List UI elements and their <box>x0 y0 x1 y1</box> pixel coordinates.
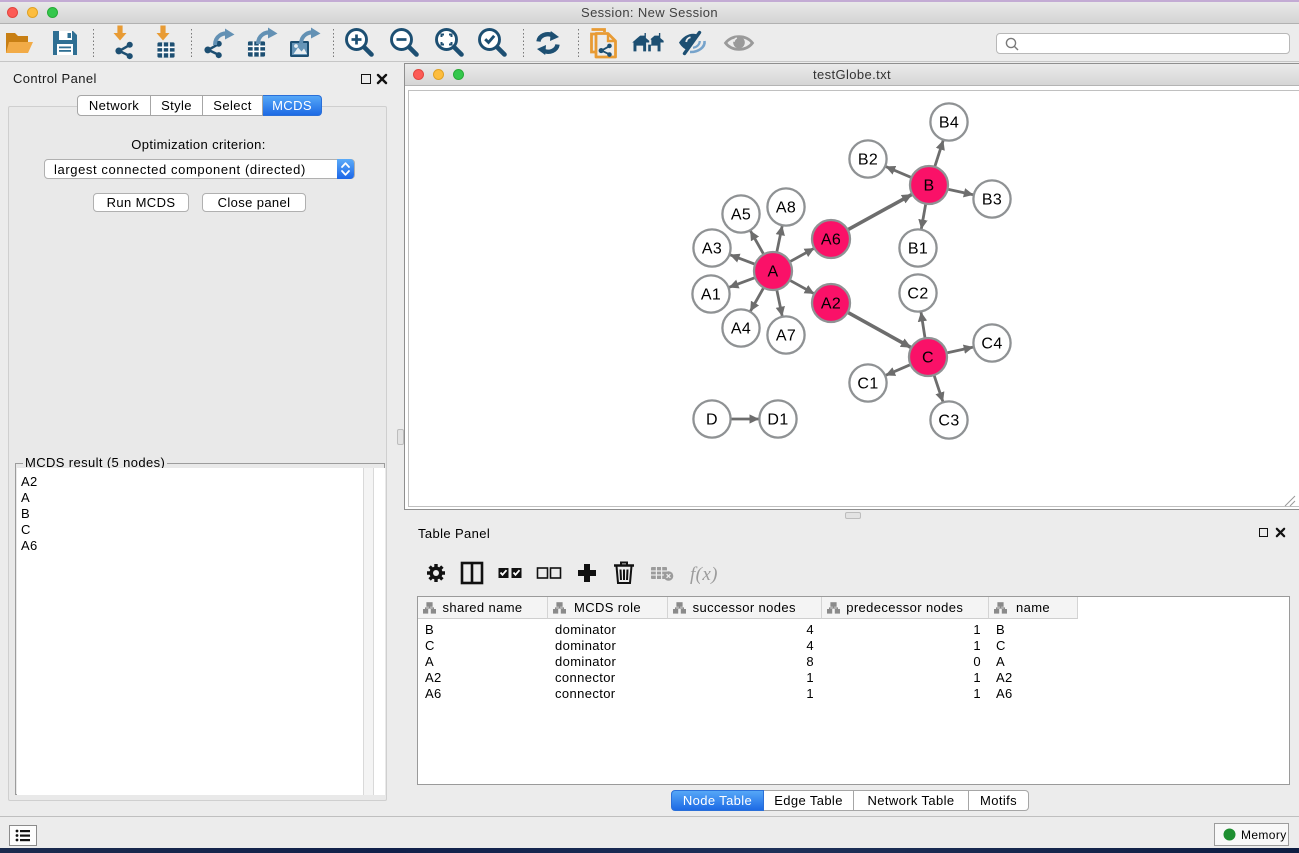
svg-text:C1: C1 <box>857 376 878 393</box>
svg-text:C2: C2 <box>907 286 928 303</box>
svg-text:C3: C3 <box>938 413 959 430</box>
svg-text:A6: A6 <box>821 232 841 249</box>
svg-text:A1: A1 <box>701 287 721 304</box>
svg-text:B: B <box>923 178 934 195</box>
svg-text:A3: A3 <box>702 241 722 258</box>
svg-text:A: A <box>767 264 778 281</box>
svg-text:B3: B3 <box>982 192 1002 209</box>
svg-text:f(x): f(x) <box>690 564 718 585</box>
svg-text:C4: C4 <box>981 336 1002 353</box>
svg-text:A5: A5 <box>731 207 751 224</box>
svg-text:C: C <box>922 350 934 367</box>
svg-text:A8: A8 <box>776 200 796 217</box>
svg-text:D: D <box>706 412 718 429</box>
svg-text:A4: A4 <box>731 321 751 338</box>
svg-text:A2: A2 <box>821 296 841 313</box>
svg-text:D1: D1 <box>767 412 788 429</box>
svg-text:B4: B4 <box>939 115 959 132</box>
svg-text:B2: B2 <box>858 152 878 169</box>
svg-text:B1: B1 <box>908 241 928 258</box>
svg-text:A7: A7 <box>776 328 796 345</box>
